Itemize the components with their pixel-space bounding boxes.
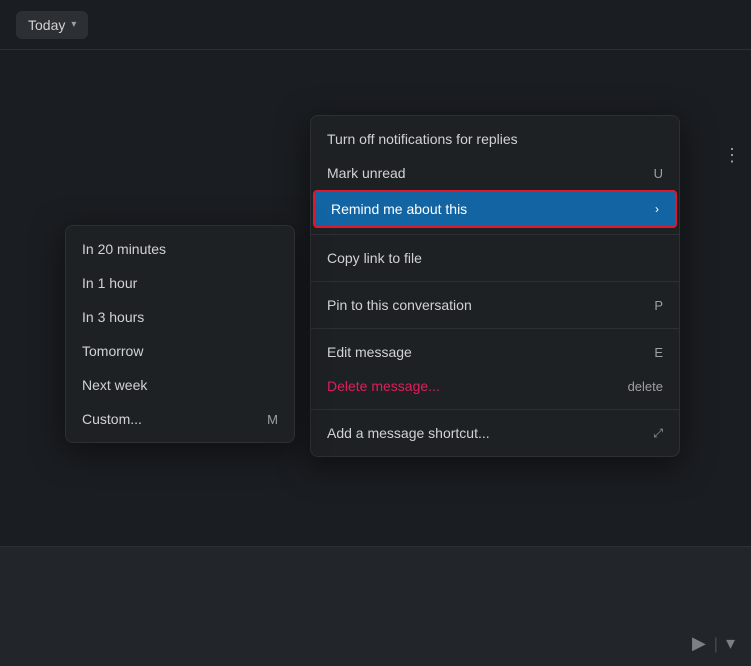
submenu-item-label: In 3 hours	[82, 309, 144, 325]
menu-item-mark-unread[interactable]: Mark unread U	[311, 156, 679, 190]
chevron-down-icon: ▾	[726, 633, 735, 654]
menu-item-label: Pin to this conversation	[327, 297, 472, 313]
menu-item-label: Remind me about this	[331, 201, 467, 217]
menu-item-shortcut: P	[654, 298, 663, 313]
menu-item-label: Mark unread	[327, 165, 406, 181]
submenu-item-20-minutes[interactable]: In 20 minutes	[66, 232, 294, 266]
submenu-item-label: Custom...	[82, 411, 142, 427]
menu-item-label: Copy link to file	[327, 250, 422, 266]
chevron-right-icon: ›	[655, 202, 659, 216]
menu-item-edit-message[interactable]: Edit message E	[311, 335, 679, 369]
menu-item-label: Turn off notifications for replies	[327, 131, 518, 147]
menu-section-2: Copy link to file	[311, 234, 679, 281]
menu-item-shortcut: delete	[628, 379, 663, 394]
menu-section-3: Pin to this conversation P	[311, 281, 679, 328]
submenu-item-custom[interactable]: Custom... M	[66, 402, 294, 436]
menu-item-delete-message[interactable]: Delete message... delete	[311, 369, 679, 403]
submenu-item-next-week[interactable]: Next week	[66, 368, 294, 402]
submenu-item-3-hours[interactable]: In 3 hours	[66, 300, 294, 334]
menu-section-1: Turn off notifications for replies Mark …	[311, 116, 679, 234]
menu-item-add-shortcut[interactable]: Add a message shortcut... ⤢	[311, 416, 679, 450]
today-label: Today	[28, 17, 65, 33]
menu-item-turn-off-notifications[interactable]: Turn off notifications for replies	[311, 122, 679, 156]
menu-item-shortcut: E	[654, 345, 663, 360]
submenu: In 20 minutes In 1 hour In 3 hours Tomor…	[65, 225, 295, 443]
submenu-item-label: Next week	[82, 377, 147, 393]
divider: |	[714, 636, 718, 654]
send-icon: ▶	[692, 633, 706, 654]
menu-item-remind-me[interactable]: Remind me about this ›	[313, 190, 677, 228]
send-button[interactable]: ▶	[692, 633, 706, 654]
menu-section-4: Edit message E Delete message... delete	[311, 328, 679, 409]
menu-item-copy-link[interactable]: Copy link to file	[311, 241, 679, 275]
expand-button[interactable]: ▾	[726, 633, 735, 654]
submenu-item-tomorrow[interactable]: Tomorrow	[66, 334, 294, 368]
context-menu: Turn off notifications for replies Mark …	[310, 115, 680, 457]
top-bar: Today ▾	[0, 0, 751, 50]
submenu-item-label: In 20 minutes	[82, 241, 166, 257]
menu-item-shortcut: U	[654, 166, 663, 181]
submenu-item-1-hour[interactable]: In 1 hour	[66, 266, 294, 300]
input-area: ▶ | ▾	[0, 546, 751, 666]
external-link-icon: ⤢	[653, 426, 663, 441]
submenu-item-label: Tomorrow	[82, 343, 143, 359]
menu-item-label: Add a message shortcut...	[327, 425, 490, 441]
menu-section-5: Add a message shortcut... ⤢	[311, 409, 679, 456]
main-area: Turn off notifications for replies Mark …	[0, 50, 751, 666]
submenu-item-label: In 1 hour	[82, 275, 137, 291]
menu-item-pin[interactable]: Pin to this conversation P	[311, 288, 679, 322]
submenu-item-shortcut: M	[267, 412, 278, 427]
menu-item-label: Edit message	[327, 344, 412, 360]
today-button[interactable]: Today ▾	[16, 11, 88, 39]
three-dot-icon[interactable]: ⋮	[723, 145, 741, 166]
chevron-down-icon: ▾	[71, 19, 76, 30]
menu-item-label: Delete message...	[327, 378, 440, 394]
